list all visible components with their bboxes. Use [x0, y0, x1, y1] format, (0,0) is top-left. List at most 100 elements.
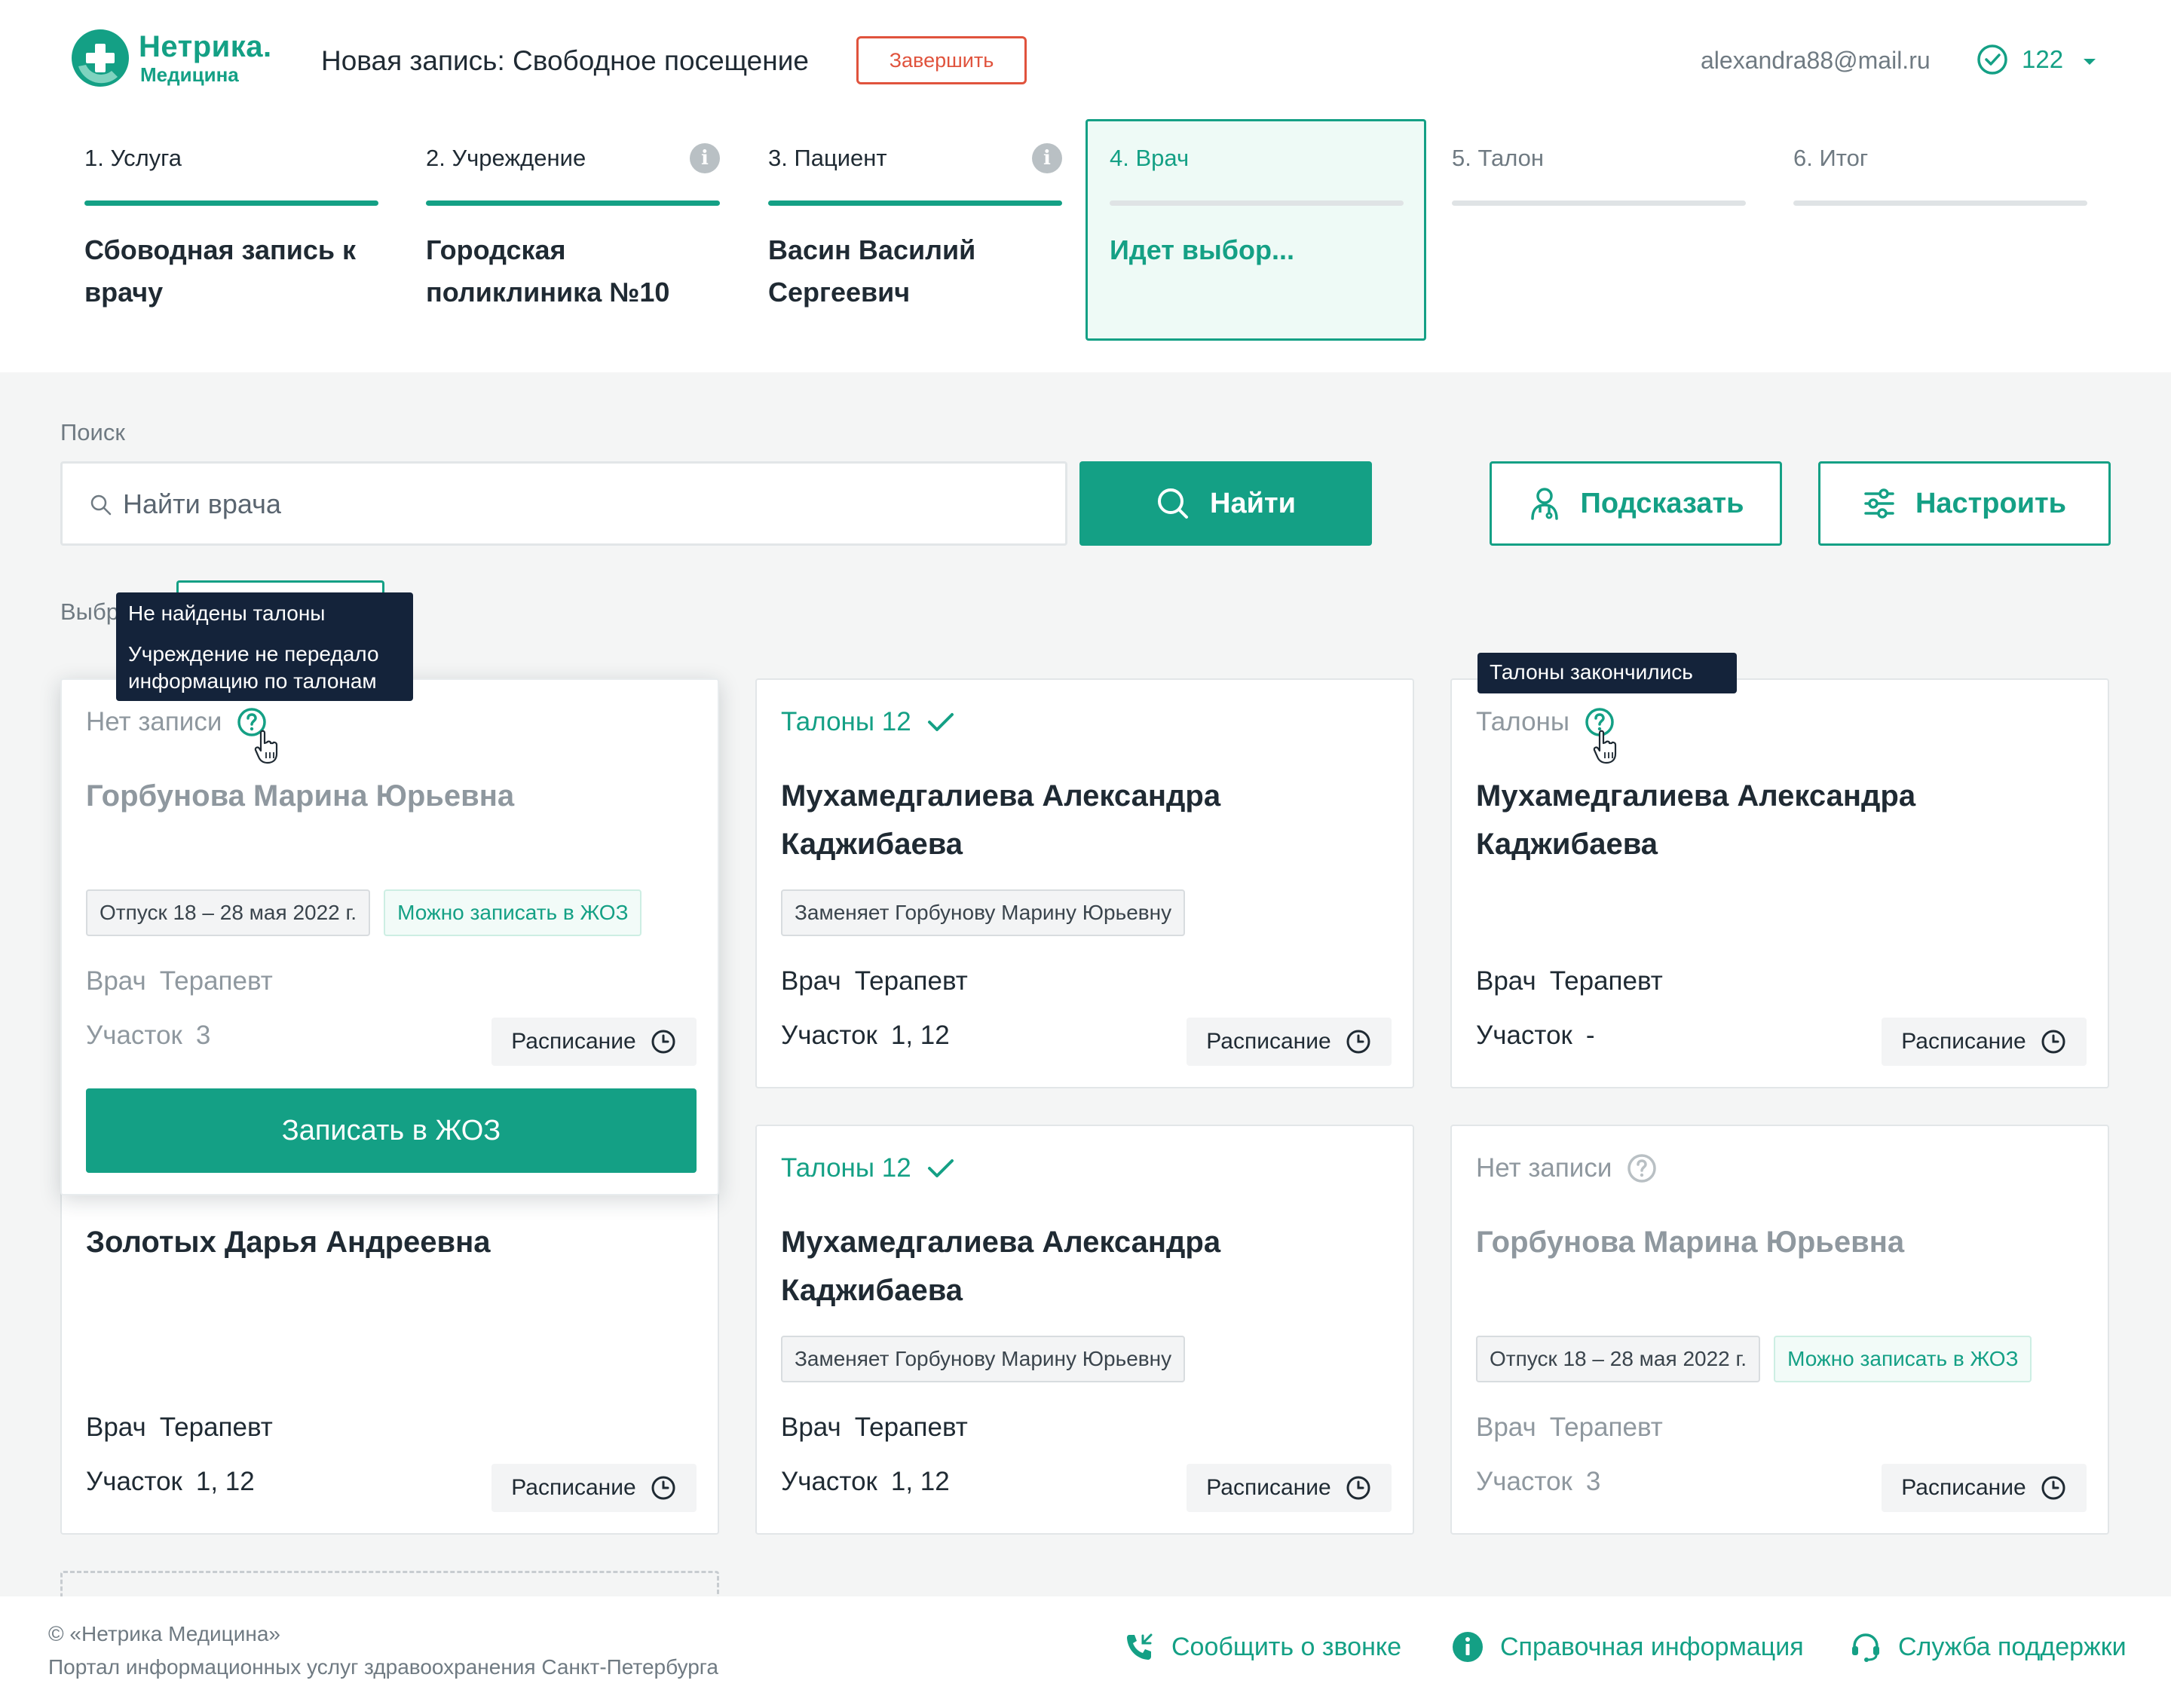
step-label: 2. Учреждение	[426, 145, 586, 171]
question-icon[interactable]	[1627, 1153, 1657, 1183]
sliders-icon	[1864, 488, 1894, 519]
doctor-card[interactable]: Нет записи Горбунова Марина Юрьевна Отпу…	[1450, 1125, 2109, 1535]
doctor-name: Мухамедгалиева Александра Каджибаева	[781, 1226, 1221, 1307]
area-value: 1, 12	[890, 1021, 950, 1050]
brand-subname: Медицина	[140, 63, 239, 86]
schedule-label: Расписание	[1901, 1029, 2026, 1054]
doctor-role: Врач Терапевт	[1476, 966, 1663, 996]
card-status: Талоны 12	[781, 707, 955, 737]
replacement-badge: Заменяет Горбунову Марину Юрьевну	[781, 1336, 1186, 1382]
tooltip-text: Учреждение не передало	[128, 642, 379, 666]
doctor-area: Участок 3	[86, 1021, 210, 1051]
clock-icon	[1346, 1030, 1370, 1054]
schedule-button[interactable]: Расписание	[1882, 1464, 2087, 1512]
doctor-name: Золотых Дарья Андреевна	[86, 1226, 491, 1259]
check-circle-icon	[1977, 44, 2007, 75]
brand-name: Нетрика.	[139, 30, 272, 63]
step-value: Идет выбор...	[1110, 234, 1295, 265]
step-doctor[interactable]: 4. Врач Идет выбор...	[1086, 119, 1426, 341]
card-status: Талоны 12	[781, 1153, 955, 1183]
hint-button[interactable]: Подсказать	[1490, 461, 1782, 546]
doctor-card[interactable]: Талоны 12 Мухамедгалиева Александра Кадж…	[755, 1125, 1414, 1535]
step-value: Городская поликлиника №10	[426, 234, 670, 308]
tag-list: Отпуск 18 – 28 мая 2022 г. Можно записат…	[1476, 1336, 2032, 1382]
step-label: 3. Пациент	[768, 145, 887, 171]
info-icon[interactable]: i	[1032, 143, 1062, 173]
area-value: 3	[195, 1021, 211, 1050]
schedule-button[interactable]: Расписание	[1187, 1464, 1392, 1512]
schedule-button[interactable]: Расписание	[491, 1464, 697, 1512]
doctor-card[interactable]: Талоны Мухамедгалиева Александра Каджиба…	[1450, 678, 2109, 1088]
check-icon	[927, 713, 954, 731]
doctor-role: Врач Терапевт	[781, 1413, 968, 1443]
search-input[interactable]	[123, 482, 1027, 527]
clock-icon	[651, 1030, 675, 1054]
step-service[interactable]: 1. Услуга Сбоводная запись к врачу	[69, 119, 410, 341]
settings-button[interactable]: Настроить	[1818, 461, 2111, 546]
support-link[interactable]: Служба поддержки	[1850, 1631, 2127, 1663]
reference-info-label: Справочная информация	[1500, 1632, 1804, 1661]
status-text: Нет записи	[86, 707, 222, 736]
step-ticket[interactable]: 5. Талон	[1437, 119, 1778, 341]
doctor-card[interactable]: Талоны 12 Мухамедгалиева Александра Кадж…	[755, 678, 1414, 1088]
step-patient[interactable]: 3. Пациент i Васин Василий Сергеевич	[753, 119, 1094, 341]
info-icon[interactable]: i	[690, 143, 720, 173]
role-label: Врач	[1476, 966, 1536, 996]
doctor-role: Врач Терапевт	[86, 1413, 273, 1443]
search-icon	[1158, 488, 1189, 519]
cursor-hand-icon	[1593, 730, 1617, 764]
area-label: Участок	[86, 1467, 182, 1496]
step-summary[interactable]: 6. Итог	[1778, 119, 2119, 341]
step-progress-bar	[768, 200, 1062, 206]
role-label: Врач	[781, 1413, 841, 1442]
schedule-label: Расписание	[1901, 1475, 2026, 1500]
role-value: Терапевт	[159, 966, 273, 996]
role-label: Врач	[1476, 1413, 1536, 1442]
user-email[interactable]: alexandra88@mail.ru	[1701, 47, 1931, 75]
role-value: Терапевт	[159, 1413, 273, 1442]
step-institution[interactable]: 2. Учреждение i Городская поликлиника №1…	[411, 119, 752, 341]
tooltip-text: информацию по талонам	[128, 669, 377, 693]
phone-icon	[1127, 1633, 1153, 1660]
card-status: Нет записи	[86, 707, 267, 737]
schedule-label: Расписание	[1206, 1475, 1331, 1500]
schedule-label: Расписание	[1206, 1029, 1331, 1054]
check-icon	[927, 1159, 954, 1177]
portal-caption: Портал информационных услуг здравоохране…	[48, 1655, 718, 1679]
role-value: Терапевт	[854, 966, 968, 996]
joz-badge: Можно записать в ЖОЗ	[1774, 1336, 2032, 1382]
report-call-link[interactable]: Сообщить о звонке	[1123, 1631, 1401, 1663]
role-value: Терапевт	[1549, 966, 1663, 996]
top-panel: Нетрика. Медицина Новая запись: Свободно…	[0, 0, 2171, 372]
schedule-button[interactable]: Расписание	[1882, 1018, 2087, 1066]
reference-info-link[interactable]: Справочная информация	[1452, 1631, 1804, 1663]
finish-button[interactable]: Завершить	[856, 36, 1027, 84]
doctor-icon	[1530, 488, 1558, 520]
schedule-button[interactable]: Расписание	[1187, 1018, 1392, 1066]
doctor-name: Мухамедгалиева Александра Каджибаева	[781, 779, 1221, 861]
find-button-label: Найти	[1210, 487, 1296, 519]
headset-icon	[1852, 1633, 1879, 1662]
copyright: © «Нетрика Медицина»	[48, 1622, 280, 1645]
chevron-down-icon[interactable]	[2081, 56, 2099, 68]
doctor-card[interactable]: Нет записи Горбунова Марина Юрьевна Отпу…	[60, 678, 719, 1195]
doctor-area: Участок -	[1476, 1021, 1595, 1051]
enroll-joz-button[interactable]: Записать в ЖОЗ	[86, 1088, 697, 1173]
clock-icon	[2041, 1030, 2065, 1054]
area-label: Участок	[1476, 1021, 1572, 1050]
step-progress-bar	[1793, 200, 2087, 206]
area-value: 3	[1585, 1467, 1601, 1496]
logo-icon[interactable]	[69, 27, 131, 89]
area-label: Участок	[781, 1021, 877, 1050]
doctor-role: Врач Терапевт	[781, 966, 968, 996]
step-value: Васин Василий Сергеевич	[768, 234, 976, 308]
doctor-area: Участок 1, 12	[781, 1021, 950, 1051]
clock-icon	[651, 1476, 675, 1500]
find-button[interactable]: Найти	[1079, 461, 1372, 546]
doctor-name: Горбунова Марина Юрьевна	[86, 779, 515, 813]
vacation-badge: Отпуск 18 – 28 мая 2022 г.	[1476, 1336, 1761, 1382]
doctor-area: Участок 3	[1476, 1467, 1600, 1497]
schedule-button[interactable]: Расписание	[491, 1018, 697, 1066]
cursor-hand-icon	[254, 730, 278, 764]
search-field[interactable]	[60, 461, 1067, 546]
